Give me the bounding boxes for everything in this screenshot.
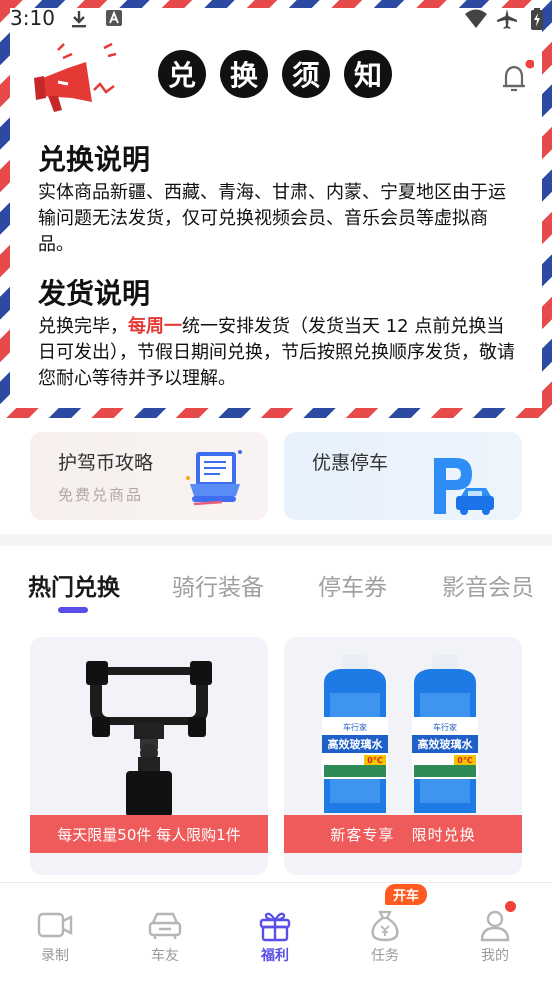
status-bar: 3:10 bbox=[0, 0, 552, 38]
notice-title: 兑 换 须 知 bbox=[158, 50, 392, 98]
category-tabs: 热门兑换 骑行装备 停车券 影音会员 bbox=[0, 568, 552, 604]
nav-car-friends-label: 车友 bbox=[151, 948, 179, 964]
title-char: 换 bbox=[220, 50, 268, 98]
nav-welfare-label: 福利 bbox=[261, 948, 289, 964]
exchange-info-body: 实体商品新疆、西藏、青海、甘肃、内蒙、宁夏地区由于运输问题无法发货，仅可兑换视频… bbox=[38, 182, 506, 255]
nav-car-friends[interactable]: 车友 bbox=[110, 883, 220, 983]
shipping-info-body: 兑换完毕，每周一统一安排发货（发货当天 12 点前兑换当日可发出），节假日期间兑… bbox=[38, 314, 520, 392]
coin-guide-subtitle: 免费兑商品 bbox=[58, 486, 144, 504]
bottom-navigation: 录制 车友 福利 任务 我的 bbox=[0, 882, 552, 983]
parking-title: 优惠停车 bbox=[312, 452, 389, 474]
nav-tasks-label: 任务 bbox=[371, 948, 399, 964]
megaphone-icon bbox=[34, 42, 117, 112]
parking-icon bbox=[434, 458, 494, 515]
coin-guide-card[interactable]: 护驾币攻略 免费兑商品 bbox=[30, 432, 268, 520]
washer-fluid-bottles-icon: 车行家 高效玻璃水 0°C 车行家 高效玻璃水 0°C bbox=[322, 655, 478, 813]
bottle-label: 高效玻璃水 bbox=[328, 737, 384, 751]
bottle-label: 高效玻璃水 bbox=[418, 737, 474, 751]
tab-parking-coupon[interactable]: 停车券 bbox=[318, 568, 387, 602]
battery-icon bbox=[531, 8, 543, 30]
product-card[interactable]: 每天限量50件 每人限购1件 bbox=[30, 637, 268, 875]
bottle-temp: 0°C bbox=[367, 756, 383, 765]
download-icon bbox=[72, 11, 86, 28]
user-icon bbox=[480, 910, 510, 942]
shipping-body-start: 兑换完毕， bbox=[38, 316, 128, 337]
parking-discount-card[interactable]: 优惠停车 bbox=[284, 432, 522, 520]
bottle-brand: 车行家 bbox=[433, 722, 457, 732]
airplane-icon bbox=[497, 9, 517, 29]
shipping-info-heading: 发货说明 bbox=[38, 277, 151, 310]
camera-icon bbox=[37, 912, 73, 938]
nav-record-label: 录制 bbox=[41, 948, 69, 964]
title-char: 须 bbox=[282, 50, 330, 98]
gift-icon bbox=[259, 912, 291, 942]
car-icon bbox=[148, 912, 182, 939]
coin-guide-title: 护驾币攻略 bbox=[58, 452, 154, 474]
section-separator bbox=[0, 534, 552, 546]
notification-dot bbox=[525, 60, 534, 69]
notification-bell-icon[interactable] bbox=[498, 60, 534, 96]
product-promo-banner: 新客专享 限时兑换 bbox=[284, 815, 522, 853]
bottle-temp: 0°C bbox=[457, 756, 473, 765]
mine-notification-dot bbox=[505, 901, 516, 912]
nav-welfare[interactable]: 福利 bbox=[220, 883, 330, 983]
wifi-icon bbox=[465, 9, 487, 28]
task-badge: 开车 bbox=[385, 884, 427, 905]
status-time: 3:10 bbox=[10, 6, 55, 30]
phone-mount-icon bbox=[86, 661, 212, 817]
shipping-day-highlight: 每周一 bbox=[128, 316, 182, 337]
text-app-icon bbox=[106, 10, 122, 26]
bottle-brand: 车行家 bbox=[343, 722, 367, 732]
title-char: 知 bbox=[344, 50, 392, 98]
exchange-info-heading: 兑换说明 bbox=[38, 143, 151, 176]
tab-media-membership[interactable]: 影音会员 bbox=[442, 568, 534, 602]
tab-riding-gear[interactable]: 骑行装备 bbox=[172, 568, 264, 602]
active-tab-indicator bbox=[58, 607, 88, 613]
guide-book-icon bbox=[186, 450, 242, 506]
nav-mine-label: 我的 bbox=[481, 948, 509, 964]
product-card[interactable]: 车行家 高效玻璃水 0°C 车行家 高效玻璃水 0°C 新客专享 限时兑换 bbox=[284, 637, 522, 875]
nav-record[interactable]: 录制 bbox=[0, 883, 110, 983]
product-promo-banner: 每天限量50件 每人限购1件 bbox=[30, 815, 268, 853]
title-char: 兑 bbox=[158, 50, 206, 98]
money-bag-icon bbox=[371, 910, 399, 942]
nav-mine[interactable]: 我的 bbox=[440, 883, 550, 983]
tab-hot-exchange[interactable]: 热门兑换 bbox=[28, 568, 120, 602]
